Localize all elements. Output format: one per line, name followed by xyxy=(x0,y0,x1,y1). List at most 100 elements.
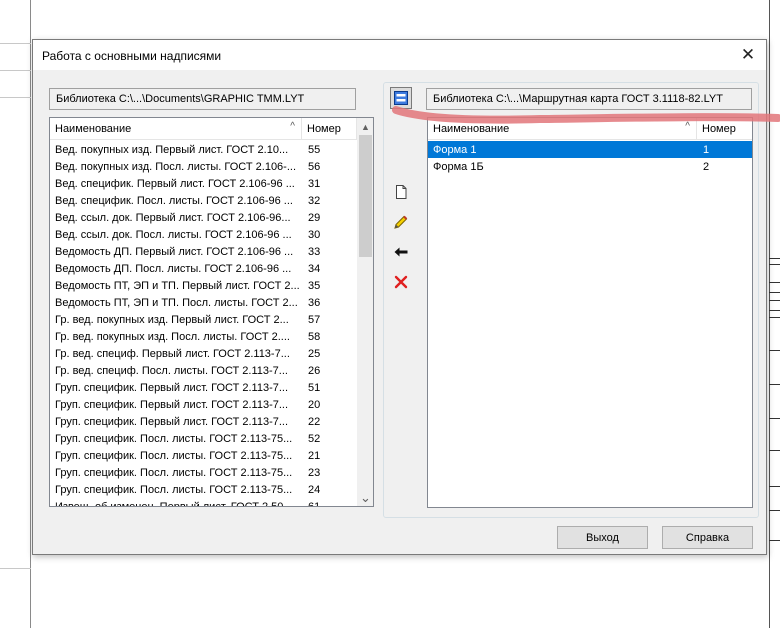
row-name-cell: Вед. специфик. Посл. листы. ГОСТ 2.106-9… xyxy=(55,195,293,207)
row-number-cell: 21 xyxy=(308,450,321,462)
left-column-name-header[interactable]: Наименование ^ xyxy=(50,118,302,140)
table-row[interactable]: Груп. специфик. Первый лист. ГОСТ 2.113-… xyxy=(50,413,357,430)
right-library-group: Библиотека C:\...\Маршрутная карта ГОСТ … xyxy=(383,82,759,518)
table-row[interactable]: Вед. ссыл. док. Посл. листы. ГОСТ 2.106-… xyxy=(50,226,357,243)
copy-to-left-button[interactable] xyxy=(390,241,412,263)
exit-button[interactable]: Выход xyxy=(557,526,648,549)
table-row[interactable]: Гр. вед. покупных изд. Первый лист. ГОСТ… xyxy=(50,311,357,328)
table-row[interactable]: Груп. специфик. Посл. листы. ГОСТ 2.113-… xyxy=(50,447,357,464)
table-row[interactable]: Форма 1Б 2 xyxy=(428,158,752,175)
row-name-cell: Ведомость ПТ, ЭП и ТП. Посл. листы. ГОСТ… xyxy=(55,297,298,309)
new-layout-button[interactable] xyxy=(390,181,412,203)
left-list-rows: Вед. покупных изд. Первый лист. ГОСТ 2.1… xyxy=(50,141,357,507)
table-row[interactable]: Груп. специфик. Посл. листы. ГОСТ 2.113-… xyxy=(50,481,357,498)
row-number-cell: 56 xyxy=(308,161,321,173)
table-row[interactable]: Ведомость ДП. Первый лист. ГОСТ 2.106-96… xyxy=(50,243,357,260)
table-row[interactable]: Форма 1 1 xyxy=(428,141,752,158)
delete-layout-button[interactable] xyxy=(390,271,412,293)
help-button[interactable]: Справка xyxy=(662,526,753,549)
row-name-cell: Вед. покупных изд. Посл. листы. ГОСТ 2.1… xyxy=(55,161,297,173)
table-row[interactable]: Ведомость ПТ, ЭП и ТП. Первый лист. ГОСТ… xyxy=(50,277,357,294)
row-name-cell: Вед. специфик. Первый лист. ГОСТ 2.106-9… xyxy=(55,178,295,190)
left-layout-list[interactable]: Наименование ^ Номер Вед. покупных изд. … xyxy=(49,117,374,507)
row-number-cell: 31 xyxy=(308,178,321,190)
row-number-cell: 23 xyxy=(308,467,321,479)
table-row[interactable]: Ведомость ДП. Посл. листы. ГОСТ 2.106-96… xyxy=(50,260,357,277)
table-row[interactable]: Вед. специфик. Посл. листы. ГОСТ 2.106-9… xyxy=(50,192,357,209)
left-column-number-header[interactable]: Номер xyxy=(302,118,357,140)
row-number-cell: 2 xyxy=(703,161,710,173)
background-line xyxy=(0,97,31,98)
left-list-header: Наименование ^ Номер xyxy=(50,118,357,140)
row-name-cell: Гр. вед. покупных изд. Первый лист. ГОСТ… xyxy=(55,314,289,326)
row-name-cell: Гр. вед. специф. Посл. листы. ГОСТ 2.113… xyxy=(55,365,288,377)
row-name-cell: Груп. специфик. Первый лист. ГОСТ 2.113-… xyxy=(55,399,289,411)
row-number-cell: 33 xyxy=(308,246,321,258)
dialog-title: Работа с основными надписями xyxy=(42,49,222,63)
row-name-cell: Вед. ссыл. док. Первый лист. ГОСТ 2.106-… xyxy=(55,212,291,224)
row-name-cell: Груп. специфик. Первый лист. ГОСТ 2.113-… xyxy=(55,416,289,428)
table-row[interactable]: Груп. специфик. Первый лист. ГОСТ 2.113-… xyxy=(50,379,357,396)
scroll-down-arrow-icon[interactable]: ⌄ xyxy=(357,489,373,506)
table-row[interactable]: Извещ. об изменен. Первый лист. ГОСТ 2.5… xyxy=(50,498,357,507)
row-name-cell: Вед. ссыл. док. Посл. листы. ГОСТ 2.106-… xyxy=(55,229,292,241)
row-number-cell: 34 xyxy=(308,263,321,275)
table-row[interactable]: Вед. специфик. Первый лист. ГОСТ 2.106-9… xyxy=(50,175,357,192)
row-name-cell: Форма 1Б xyxy=(433,161,484,173)
open-library-button[interactable] xyxy=(390,87,412,109)
row-number-cell: 24 xyxy=(308,484,321,496)
table-row[interactable]: Гр. вед. специф. Первый лист. ГОСТ 2.113… xyxy=(50,345,357,362)
table-row[interactable]: Гр. вед. специф. Посл. листы. ГОСТ 2.113… xyxy=(50,362,357,379)
dialog-titlebar[interactable]: Работа с основными надписями ✕ xyxy=(33,40,766,70)
row-name-cell: Гр. вед. специф. Первый лист. ГОСТ 2.113… xyxy=(55,348,290,360)
new-document-icon xyxy=(396,185,407,199)
table-row[interactable]: Вед. покупных изд. Посл. листы. ГОСТ 2.1… xyxy=(50,158,357,175)
row-number-cell: 55 xyxy=(308,144,321,156)
pencil-icon xyxy=(394,215,408,229)
row-name-cell: Ведомость ДП. Посл. листы. ГОСТ 2.106-96… xyxy=(55,263,292,275)
right-library-path-field[interactable]: Библиотека C:\...\Маршрутная карта ГОСТ … xyxy=(426,88,752,110)
row-number-cell: 26 xyxy=(308,365,321,377)
delete-x-icon xyxy=(394,275,408,289)
background-line xyxy=(0,43,31,44)
right-column-number-header[interactable]: Номер xyxy=(697,118,752,140)
table-row[interactable]: Ведомость ПТ, ЭП и ТП. Посл. листы. ГОСТ… xyxy=(50,294,357,311)
row-number-cell: 30 xyxy=(308,229,321,241)
left-library-path-field[interactable]: Библиотека C:\...\Documents\GRAPHIC TMM.… xyxy=(49,88,356,110)
main-labels-dialog: Работа с основными надписями ✕ Библиотек… xyxy=(32,39,767,555)
row-name-cell: Ведомость ДП. Первый лист. ГОСТ 2.106-96… xyxy=(55,246,294,258)
row-number-cell: 58 xyxy=(308,331,321,343)
left-list-scroll-thumb[interactable] xyxy=(359,135,372,257)
table-row[interactable]: Вед. покупных изд. Первый лист. ГОСТ 2.1… xyxy=(50,141,357,158)
left-list-scrollbar[interactable]: ▲ ⌄ xyxy=(357,118,373,506)
background-app-left-panel xyxy=(0,0,31,628)
sort-ascending-icon: ^ xyxy=(685,121,690,132)
row-number-cell: 35 xyxy=(308,280,321,292)
right-list-rows: Форма 1 1 Форма 1Б 2 xyxy=(428,141,752,175)
row-name-cell: Груп. специфик. Посл. листы. ГОСТ 2.113-… xyxy=(55,484,293,496)
table-row[interactable]: Гр. вед. покупных изд. Посл. листы. ГОСТ… xyxy=(50,328,357,345)
row-number-cell: 32 xyxy=(308,195,321,207)
right-layout-list[interactable]: Наименование ^ Номер Форма 1 1 Форма 1Б 2 xyxy=(427,117,753,508)
row-number-cell: 25 xyxy=(308,348,321,360)
arrow-left-icon xyxy=(394,247,408,257)
row-name-cell: Груп. специфик. Посл. листы. ГОСТ 2.113-… xyxy=(55,450,293,462)
row-number-cell: 52 xyxy=(308,433,321,445)
table-row[interactable]: Груп. специфик. Первый лист. ГОСТ 2.113-… xyxy=(50,396,357,413)
table-row[interactable]: Груп. специфик. Посл. листы. ГОСТ 2.113-… xyxy=(50,464,357,481)
background-line xyxy=(769,0,770,628)
row-name-cell: Ведомость ПТ, ЭП и ТП. Первый лист. ГОСТ… xyxy=(55,280,300,292)
table-row[interactable]: Груп. специфик. Посл. листы. ГОСТ 2.113-… xyxy=(50,430,357,447)
right-column-name-header[interactable]: Наименование ^ xyxy=(428,118,697,140)
scroll-up-arrow-icon[interactable]: ▲ xyxy=(357,118,373,135)
sort-ascending-icon: ^ xyxy=(290,121,295,132)
row-name-cell: Груп. специфик. Посл. листы. ГОСТ 2.113-… xyxy=(55,433,293,445)
background-line xyxy=(0,70,31,71)
row-number-cell: 22 xyxy=(308,416,321,428)
row-name-cell: Груп. специфик. Посл. листы. ГОСТ 2.113-… xyxy=(55,467,293,479)
table-row[interactable]: Вед. ссыл. док. Первый лист. ГОСТ 2.106-… xyxy=(50,209,357,226)
close-icon: ✕ xyxy=(740,45,756,64)
close-button[interactable]: ✕ xyxy=(730,40,766,70)
row-name-cell: Извещ. об изменен. Первый лист. ГОСТ 2.5… xyxy=(55,501,293,507)
edit-layout-button[interactable] xyxy=(390,211,412,233)
